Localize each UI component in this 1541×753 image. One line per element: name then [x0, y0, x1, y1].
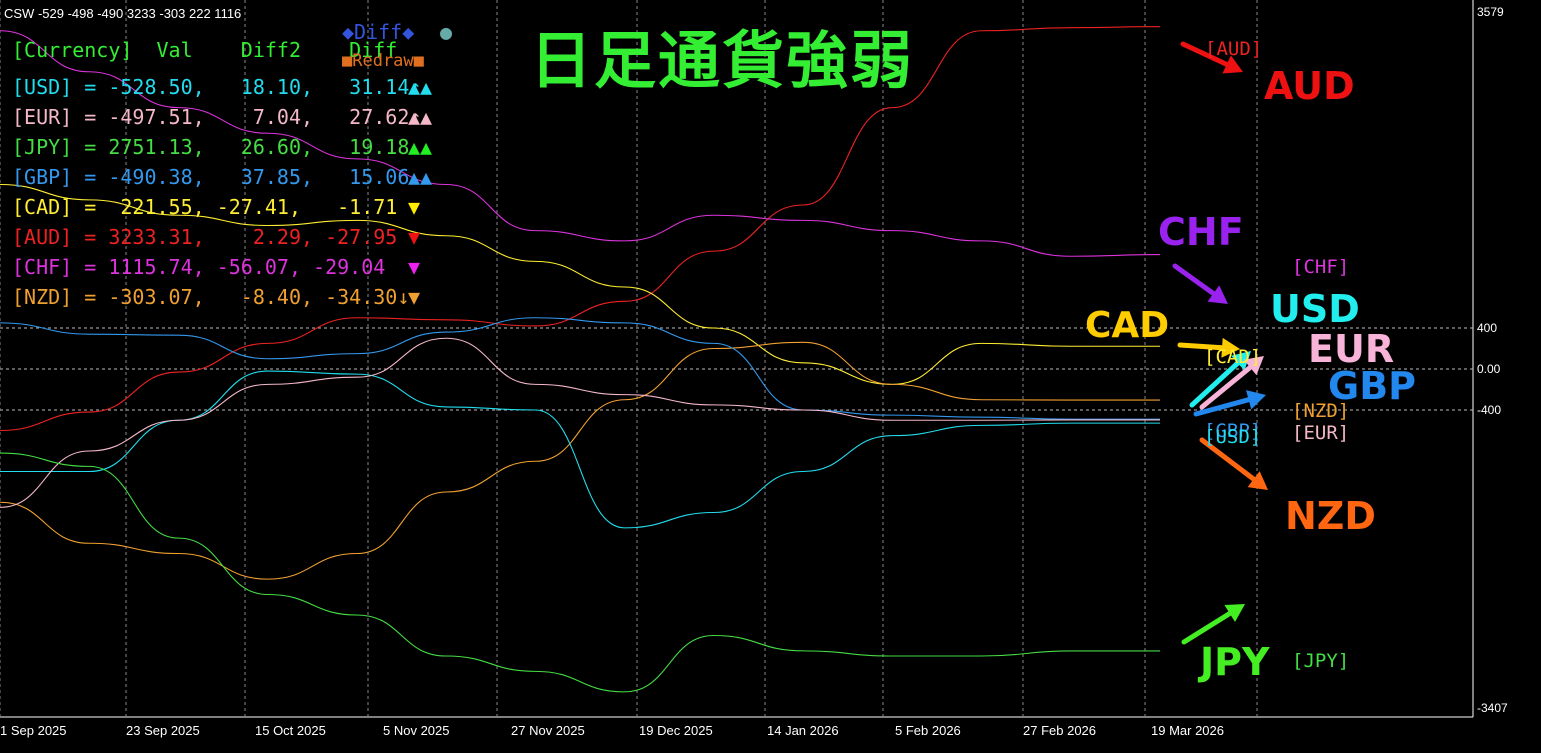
legend-diff: ◆Diff◆: [342, 20, 415, 44]
arrow-shaft-chf: [1172, 263, 1216, 297]
table-row: [CHF] = 1115.74, -56.07, -29.04: [12, 255, 398, 279]
arrow-head-chf: [1207, 285, 1228, 304]
table-row: [GBP] = -490.38, 37.85, 15.06: [12, 165, 422, 189]
series-line-usd: [0, 370, 1160, 529]
trend-marks: ▼: [408, 285, 421, 309]
line-label-aud: [AUD]: [1205, 38, 1263, 60]
annotation-chf: CHF: [1158, 210, 1244, 254]
y-tick-bottom: -3407: [1477, 701, 1508, 715]
trend-marks: ▲▲: [408, 165, 433, 189]
series-line-nzd: [0, 341, 1160, 580]
line-label-nzd: [NZD]: [1292, 400, 1350, 422]
x-tick-label: 15 Oct 2025: [255, 723, 326, 738]
legend-circle: ●: [440, 20, 453, 44]
y-tick-0: 0.00: [1477, 362, 1501, 376]
x-tick-label: 1 Sep 2025: [0, 723, 67, 738]
trend-marks: ▲▲: [408, 75, 433, 99]
line-label-eur: [EUR]: [1292, 422, 1350, 444]
series-line-gbp: [0, 317, 1160, 420]
trend-marks: ▲▲: [408, 105, 433, 129]
series-line-jpy: [0, 452, 1160, 693]
annotation-jpy: JPY: [1200, 640, 1270, 684]
trend-marks: ▼: [408, 195, 421, 219]
x-tick-label: 14 Jan 2026: [767, 723, 839, 738]
table-header: [Currency] Val Diff2 Diff: [12, 38, 398, 62]
y-tick-400: 400: [1477, 321, 1498, 335]
x-tick-label: 5 Nov 2025: [383, 723, 450, 738]
arrow-head-gbp: [1246, 390, 1266, 410]
line-label-cad: [CAD]: [1204, 346, 1262, 368]
trend-marks: ▲▲: [408, 135, 433, 159]
x-tick-label: 19 Dec 2025: [639, 723, 713, 738]
x-tick-label: 27 Feb 2026: [1023, 723, 1097, 738]
series-line-eur: [0, 337, 1160, 508]
x-tick-label: 23 Sep 2025: [126, 723, 200, 738]
table-row: [USD] = -528.50, 18.10, 31.14↑: [12, 75, 422, 99]
table-row: [NZD] = -303.07, -8.40, -34.30↓: [12, 285, 410, 309]
annotation-usd: USD: [1270, 287, 1360, 331]
trend-marks: ▼: [408, 255, 421, 279]
chart-stage: CSW -529 -498 -490 3233 -303 222 1116 日足…: [0, 0, 1541, 753]
arrow-shaft-jpy: [1181, 611, 1233, 645]
chart-title: 日足通貨強弱: [530, 24, 915, 97]
annotation-nzd: NZD: [1285, 494, 1376, 538]
trend-marks: ▼: [408, 225, 421, 249]
table-row: [CAD] = 221.55, -27.41, -1.71: [12, 195, 410, 219]
table-row: [EUR] = -497.51, 7.04, 27.62↑: [12, 105, 422, 129]
y-tick-neg400: -400: [1477, 403, 1502, 417]
x-tick-label: 27 Nov 2025: [511, 723, 585, 738]
annotation-cad: CAD: [1085, 305, 1170, 346]
y-tick-top: 3579: [1477, 5, 1504, 19]
x-tick-label: 5 Feb 2026: [895, 723, 961, 738]
table-row: [JPY] = 2751.13, 26.60, 19.18: [12, 135, 422, 159]
indicator-header: CSW -529 -498 -490 3233 -303 222 1116: [4, 6, 242, 21]
annotation-aud: AUD: [1264, 64, 1355, 108]
line-label-chf: [CHF]: [1292, 256, 1350, 278]
table-row: [AUD] = 3233.31, 2.29, -27.95: [12, 225, 410, 249]
line-label-usd: [USD]: [1204, 426, 1262, 448]
line-label-jpy: [JPY]: [1292, 650, 1350, 672]
x-tick-label: 19 Mar 2026: [1151, 723, 1224, 738]
